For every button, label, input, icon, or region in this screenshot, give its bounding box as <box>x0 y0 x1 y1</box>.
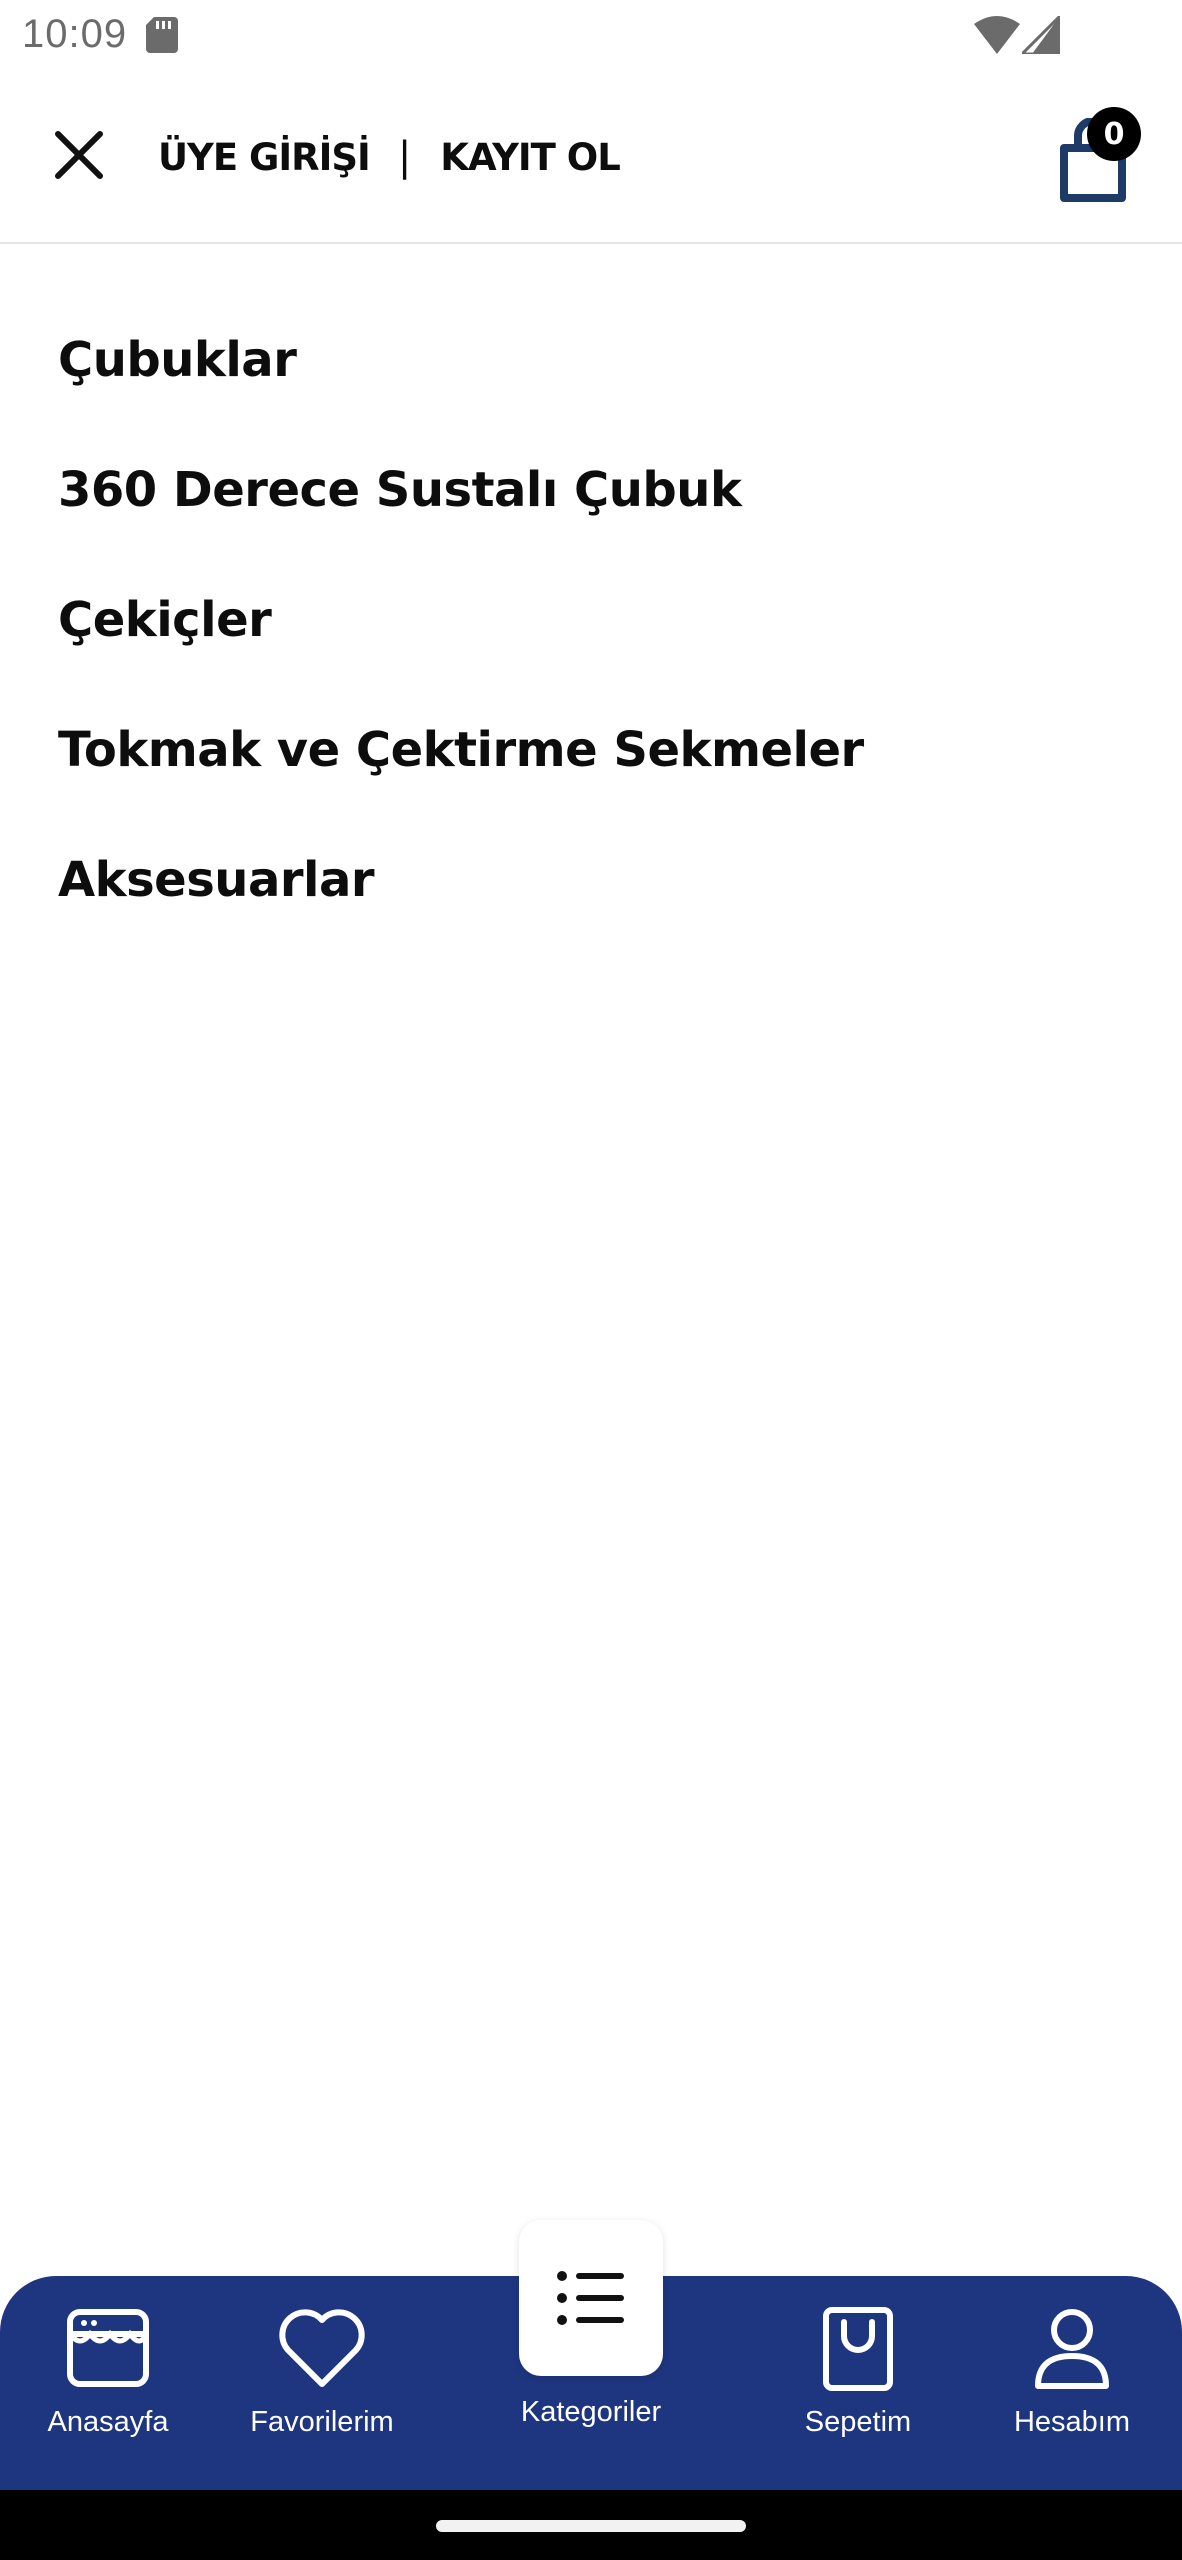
user-icon <box>1035 2309 1109 2389</box>
list-icon <box>557 2271 624 2325</box>
nav-favorites[interactable]: Favorilerim <box>222 2296 422 2476</box>
cart-count-badge: 0 <box>1087 107 1141 161</box>
close-icon[interactable] <box>50 126 108 184</box>
category-item[interactable]: Çubuklar <box>0 300 1182 430</box>
nav-account[interactable]: Hesabım <box>972 2296 1172 2476</box>
auth-links: ÜYE GİRİŞİ | KAYIT OL <box>158 132 621 182</box>
signal-icon <box>1022 16 1060 54</box>
sd-card-icon <box>146 17 178 53</box>
store-icon <box>67 2309 149 2387</box>
nav-label: Hesabım <box>1013 2406 1131 2438</box>
register-link[interactable]: KAYIT OL <box>440 136 620 179</box>
nav-categories[interactable]: Kategoriler <box>481 2220 701 2460</box>
auth-separator: | <box>397 134 412 180</box>
nav-label: Kategoriler <box>520 2396 662 2428</box>
gesture-bar <box>0 2490 1182 2560</box>
home-gesture-handle[interactable] <box>436 2520 746 2532</box>
category-item[interactable]: Tokmak ve Çektirme Sekmeler <box>0 690 1182 820</box>
bag-icon <box>823 2307 893 2391</box>
status-bar: 10:09 <box>0 0 1182 72</box>
nav-label: Sepetim <box>804 2406 912 2438</box>
heart-icon <box>279 2309 365 2387</box>
bottom-navigation: Anasayfa Favorilerim Kategoriler Sepetim <box>0 2220 1182 2490</box>
nav-home[interactable]: Anasayfa <box>8 2296 208 2476</box>
category-item[interactable]: Çekiçler <box>0 560 1182 690</box>
status-time: 10:09 <box>22 12 128 56</box>
wifi-icon <box>974 16 1020 54</box>
login-link[interactable]: ÜYE GİRİŞİ <box>158 136 371 179</box>
menu-header: ÜYE GİRİŞİ | KAYIT OL 0 <box>0 72 1182 244</box>
nav-cart[interactable]: Sepetim <box>758 2296 958 2476</box>
nav-label: Favorilerim <box>250 2406 394 2438</box>
category-list: Çubuklar 360 Derece Sustalı Çubuk Çekiçl… <box>0 300 1182 950</box>
category-item[interactable]: 360 Derece Sustalı Çubuk <box>0 430 1182 560</box>
nav-label: Anasayfa <box>47 2406 169 2438</box>
category-item[interactable]: Aksesuarlar <box>0 820 1182 950</box>
nav-categories-active-box <box>519 2220 663 2376</box>
